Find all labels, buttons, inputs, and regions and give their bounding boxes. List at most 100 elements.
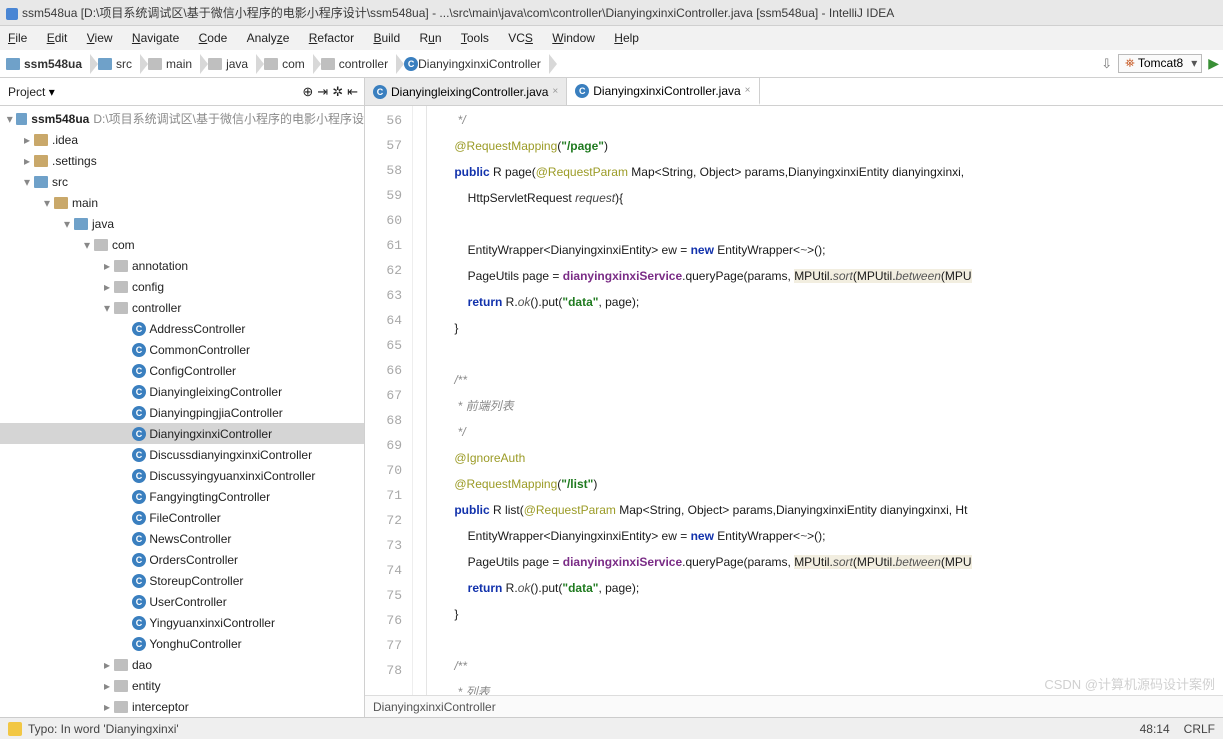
tree-ctrl-address[interactable]: C AddressController [0,318,364,339]
tree-ctrl-config[interactable]: C ConfigController [0,360,364,381]
crumb-com[interactable]: com [258,50,315,77]
tree-com[interactable]: ▾com [0,234,364,255]
crumb-controller[interactable]: controller [315,50,398,77]
editor-breadcrumb[interactable]: DianyingxinxiController [365,695,1223,717]
class-icon: C [132,427,146,441]
crumb-main[interactable]: main [142,50,202,77]
app-icon [6,8,18,20]
tree-entity[interactable]: ▸entity [0,675,364,696]
tree-root[interactable]: ▾ssm548uaD:\项目系统调试区\基于微信小程序的电影小程序设 [0,108,364,129]
fold-gutter[interactable] [413,106,427,695]
tree-ctrl-dianyingleixing[interactable]: C DianyingleixingController [0,381,364,402]
class-icon: C [575,84,589,98]
folder-icon [16,113,28,125]
tree-idea[interactable]: ▸.idea [0,129,364,150]
locate-icon[interactable]: ⊕ [302,84,313,100]
folder-icon [34,134,48,146]
class-icon: C [132,574,146,588]
tree-ctrl-user[interactable]: C UserController [0,591,364,612]
folder-icon [74,218,88,230]
folder-icon [264,58,278,70]
folder-icon [321,58,335,70]
menu-help[interactable]: Help [606,26,647,50]
crumb-java[interactable]: java [202,50,258,77]
menu-window[interactable]: Window [544,26,603,50]
menu-tools[interactable]: Tools [453,26,497,50]
folder-icon [114,281,128,293]
close-icon[interactable]: × [552,86,558,97]
menu-build[interactable]: Build [365,26,408,50]
editor-tabs: CDianyingleixingController.java× CDianyi… [365,78,760,105]
gear-icon[interactable]: ✲ [332,84,343,100]
menu-view[interactable]: View [79,26,121,50]
tree-ctrl-orders[interactable]: C OrdersController [0,549,364,570]
project-tree[interactable]: ▾ssm548uaD:\项目系统调试区\基于微信小程序的电影小程序设 ▸.ide… [0,106,365,717]
class-icon: C [404,57,418,71]
hide-icon[interactable]: ⇤ [347,84,358,100]
tree-annotation[interactable]: ▸annotation [0,255,364,276]
class-icon: C [132,343,146,357]
tree-ctrl-discussyingyuanxinxi[interactable]: C DiscussyingyuanxinxiController [0,465,364,486]
menu-refactor[interactable]: Refactor [301,26,362,50]
menu-edit[interactable]: Edit [39,26,76,50]
class-icon: C [132,322,146,336]
tree-ctrl-fangyingting[interactable]: C FangyingtingController [0,486,364,507]
crumb-src[interactable]: src [92,50,142,77]
project-panel-title[interactable]: Project [8,85,45,99]
class-icon: C [132,385,146,399]
crumb-class[interactable]: CDianyingxinxiController [398,50,551,77]
titlebar: ssm548ua [D:\项目系统调试区\基于微信小程序的电影小程序设计\ssm… [0,0,1223,26]
warning-icon [8,722,22,736]
tree-settings[interactable]: ▸.settings [0,150,364,171]
line-gutter: 56 57 58 59 60 61 62 63 64 65 66 67 68 6… [365,106,413,695]
tree-ctrl-dianyingxinxi[interactable]: C DianyingxinxiController [0,423,364,444]
crumb-project[interactable]: ssm548ua [0,50,92,77]
menubar: File Edit View Navigate Code Analyze Ref… [0,26,1223,50]
tree-ctrl-yingyuanxinxi[interactable]: C YingyuanxinxiController [0,612,364,633]
line-ending[interactable]: CRLF [1184,722,1215,736]
tree-dao[interactable]: ▸dao [0,654,364,675]
class-icon: C [132,637,146,651]
tree-ctrl-discussdianyingxinxi[interactable]: C DiscussdianyingxinxiController [0,444,364,465]
tree-interceptor[interactable]: ▸interceptor [0,696,364,717]
tree-ctrl-storeup[interactable]: C StoreupController [0,570,364,591]
tree-ctrl-common[interactable]: C CommonController [0,339,364,360]
menu-code[interactable]: Code [191,26,236,50]
menu-run[interactable]: Run [411,26,449,50]
menu-vcs[interactable]: VCS [500,26,541,50]
code-content[interactable]: */ @RequestMapping("/page") public R pag… [427,106,1223,695]
tree-ctrl-dianyingpingjia[interactable]: C DianyingpingjiaController [0,402,364,423]
status-message: Typo: In word 'Dianyingxinxi' [28,722,179,736]
folder-icon [34,155,48,167]
class-icon: C [132,469,146,483]
folder-icon [6,58,20,70]
close-icon[interactable]: × [745,85,751,96]
run-config-select[interactable]: ⛯ Tomcat8 [1118,54,1202,73]
collapse-icon[interactable]: ⇥ [317,84,328,100]
folder-icon [114,302,128,314]
breadcrumb: ssm548ua src main java com controller CD… [0,50,1223,78]
folder-icon [114,701,128,713]
tree-src[interactable]: ▾src [0,171,364,192]
class-icon: C [132,595,146,609]
build-icon[interactable]: ⇩ [1101,56,1112,72]
cursor-position[interactable]: 48:14 [1140,722,1170,736]
run-button[interactable]: ▶ [1208,55,1219,72]
class-icon: C [132,511,146,525]
tree-config[interactable]: ▸config [0,276,364,297]
folder-icon [34,176,48,188]
tab-dianyingxinxi[interactable]: CDianyingxinxiController.java× [567,78,759,105]
menu-analyze[interactable]: Analyze [239,26,298,50]
folder-icon [114,260,128,272]
menu-file[interactable]: File [0,26,35,50]
folder-icon [98,58,112,70]
tree-main[interactable]: ▾main [0,192,364,213]
tree-ctrl-news[interactable]: C NewsController [0,528,364,549]
tree-ctrl-file[interactable]: C FileController [0,507,364,528]
folder-icon [54,197,68,209]
tree-java[interactable]: ▾java [0,213,364,234]
tree-ctrl-yonghu[interactable]: C YonghuController [0,633,364,654]
tab-dianyingleixing[interactable]: CDianyingleixingController.java× [365,78,567,105]
menu-navigate[interactable]: Navigate [124,26,187,50]
tree-controller[interactable]: ▾controller [0,297,364,318]
